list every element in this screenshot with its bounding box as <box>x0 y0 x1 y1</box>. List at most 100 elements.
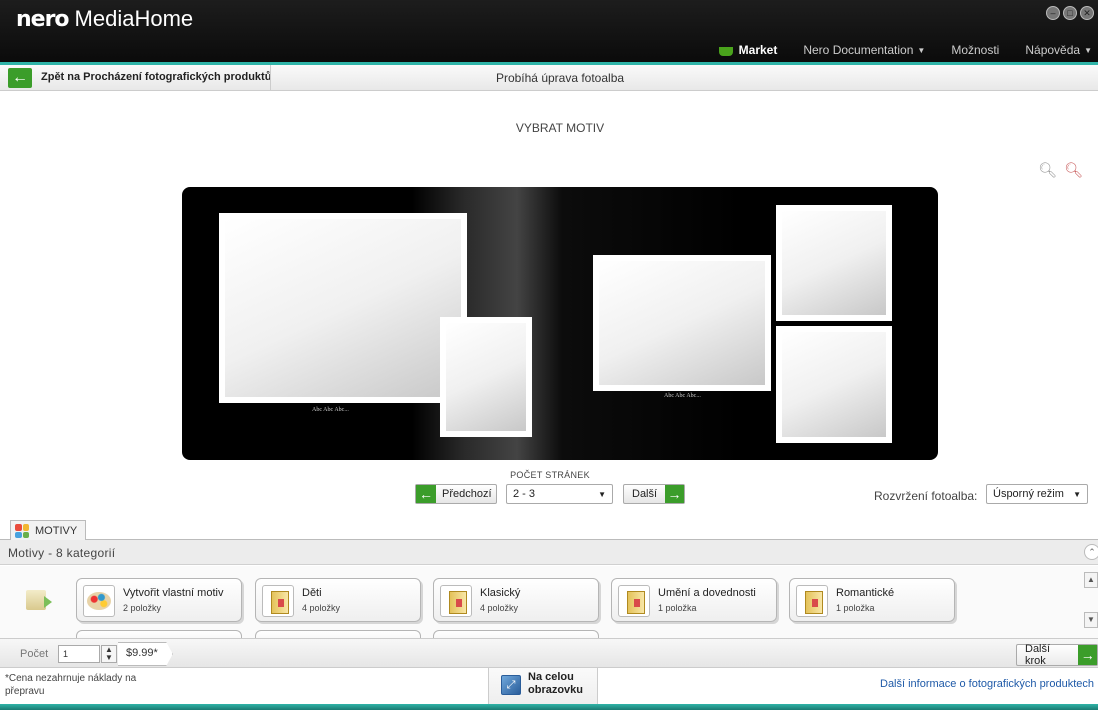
maximize-icon[interactable]: □ <box>1063 6 1077 20</box>
next-step-button[interactable]: Další krok → <box>1016 643 1098 667</box>
theme-card-count: 4 položky <box>302 603 341 613</box>
order-bar: Počet 1 ▲ ▼ $9.99* Další krok → <box>0 638 1098 668</box>
title-bar: nero MediaHome – □ ✕ Market Nero Document… <box>0 0 1098 62</box>
photo-slot[interactable] <box>219 213 467 403</box>
fullscreen-label: Na celou obrazovku <box>528 671 583 697</box>
close-icon[interactable]: ✕ <box>1080 6 1094 20</box>
book-icon <box>796 585 828 617</box>
app-logo: nero MediaHome <box>16 6 193 32</box>
arrow-right-icon: → <box>665 485 684 503</box>
fullscreen-icon: ⤢ <box>501 675 521 695</box>
photo-caption: Abc Abc Abc... <box>664 393 701 399</box>
fullscreen-label-line2: obrazovku <box>528 684 584 696</box>
brand-name: nero <box>16 7 70 32</box>
chevron-down-icon: ▼ <box>1084 45 1092 55</box>
footer: *Cena nezahrnuje náklady na přepravu ⤢ N… <box>0 668 1098 704</box>
theme-card[interactable]: Vytvořit vlastní motiv 2 položky <box>76 578 242 622</box>
chevron-down-icon: ▼ <box>917 45 926 55</box>
theme-card[interactable]: Klasický 4 položky <box>433 578 599 622</box>
collapse-icon[interactable]: ⌃ <box>1084 544 1098 560</box>
theme-card[interactable]: Děti 4 položky <box>255 578 421 622</box>
fullscreen-label-line1: Na celou <box>528 671 574 683</box>
section-heading: VYBRAT MOTIV <box>515 121 605 135</box>
theme-card-count: 4 položky <box>480 603 519 613</box>
quantity-input[interactable]: 1 <box>58 645 100 663</box>
help-menu[interactable]: Nápověda ▼ <box>1025 43 1092 57</box>
theme-card-title: Romantické <box>836 587 895 599</box>
product-name: MediaHome <box>74 6 194 31</box>
market-label: Market <box>738 43 778 57</box>
photo-slot[interactable] <box>440 317 532 437</box>
back-arrow-icon[interactable]: ← <box>8 68 32 88</box>
price-label: $9.99* <box>118 642 173 666</box>
tab-themes[interactable]: MOTIVY <box>10 520 87 541</box>
book-icon <box>440 585 472 617</box>
themes-tab-row: MOTIVY <box>0 518 1098 541</box>
palette-icon <box>83 585 115 617</box>
theme-card[interactable]: Romantické 1 položka <box>789 578 955 622</box>
bottom-accent-line <box>0 704 1098 710</box>
photo-slot[interactable] <box>776 326 892 443</box>
back-link[interactable]: Zpět na Procházení fotografických produk… <box>41 71 271 83</box>
basket-icon <box>718 46 733 56</box>
next-label: Další <box>632 488 658 500</box>
theme-card[interactable]: Umění a dovednosti 1 položka <box>611 578 777 622</box>
window-controls: – □ ✕ <box>1046 6 1094 20</box>
photo-slot[interactable] <box>593 255 771 391</box>
page-count-label: POČET STRÁNEK <box>510 470 590 480</box>
category-bar: Motivy - 8 kategorií ⌃ <box>0 540 1098 565</box>
arrow-right-icon: → <box>1078 645 1097 665</box>
chevron-down-icon: ▼ <box>1073 489 1081 499</box>
market-link[interactable]: Market <box>718 43 778 57</box>
chevron-down-icon: ▼ <box>598 489 606 499</box>
photo-caption: Abc Abc Abc... <box>312 407 349 413</box>
scroll-down-icon[interactable]: ▼ <box>1084 612 1098 628</box>
shipping-note: *Cena nezahrnuje náklady na přepravu <box>5 673 137 697</box>
theme-cards: Vytvořit vlastní motiv 2 položky Děti 4 … <box>0 566 1098 638</box>
theme-card-count: 2 položky <box>123 603 162 613</box>
zoom-controls: 🔍︎ 🔍︎ <box>1038 162 1083 180</box>
quantity-stepper[interactable]: ▲ ▼ <box>101 645 117 663</box>
theme-card-count: 1 položka <box>836 603 875 613</box>
options-label: Možnosti <box>951 43 1000 57</box>
theme-card-title: Děti <box>302 587 322 599</box>
help-label: Nápověda <box>1025 43 1081 57</box>
page-title: Probíhá úprava fotoalba <box>495 71 625 85</box>
info-link[interactable]: Další informace o fotografických produkt… <box>880 678 1094 690</box>
theme-card-title: Umění a dovednosti <box>658 587 756 599</box>
nav-bar: ← Zpět na Procházení fotografických prod… <box>0 65 1098 91</box>
options-menu[interactable]: Možnosti <box>951 43 999 57</box>
page-select-value: 2 - 3 <box>513 488 536 500</box>
category-summary: Motivy - 8 kategorií <box>8 546 116 560</box>
theme-card-partial[interactable] <box>255 630 421 638</box>
quantity-label: Počet <box>20 648 49 660</box>
themes-icon <box>15 524 29 538</box>
theme-card-title: Klasický <box>480 587 521 599</box>
minimize-icon[interactable]: – <box>1046 6 1060 20</box>
fullscreen-button[interactable]: ⤢ Na celou obrazovku <box>488 668 598 704</box>
theme-card-partial[interactable] <box>433 630 599 638</box>
layout-label: Rozvržení fotoalba: <box>874 489 978 503</box>
documentation-menu[interactable]: Nero Documentation ▼ <box>803 43 925 57</box>
book-icon <box>262 585 294 617</box>
scroll-up-icon[interactable]: ▲ <box>1084 572 1098 588</box>
next-step-label: Další krok <box>1025 643 1051 667</box>
previous-label: Předchozí <box>442 488 492 500</box>
book-icon <box>618 585 650 617</box>
previous-button[interactable]: ← Předchozí <box>415 484 497 504</box>
next-button[interactable]: Další → <box>623 484 685 504</box>
layout-select[interactable]: Úsporný režim ▼ <box>986 484 1088 504</box>
documentation-label: Nero Documentation <box>803 43 914 57</box>
theme-card-count: 1 položka <box>658 603 697 613</box>
zoom-in-icon[interactable]: 🔍︎ <box>1038 162 1057 180</box>
theme-card-title: Vytvořit vlastní motiv <box>123 587 224 599</box>
album-preview: Abc Abc Abc... Abc Abc Abc... <box>182 187 938 460</box>
zoom-reset-icon[interactable]: 🔍︎ <box>1064 162 1083 180</box>
layout-select-value: Úsporný režim <box>993 488 1064 500</box>
import-icon[interactable] <box>26 590 52 610</box>
photo-slot[interactable] <box>776 205 892 321</box>
theme-card-partial[interactable] <box>76 630 242 638</box>
page-select[interactable]: 2 - 3 ▼ <box>506 484 613 504</box>
top-menu: Market Nero Documentation ▼ Možnosti Náp… <box>718 43 1098 57</box>
tab-themes-label: MOTIVY <box>35 525 78 537</box>
